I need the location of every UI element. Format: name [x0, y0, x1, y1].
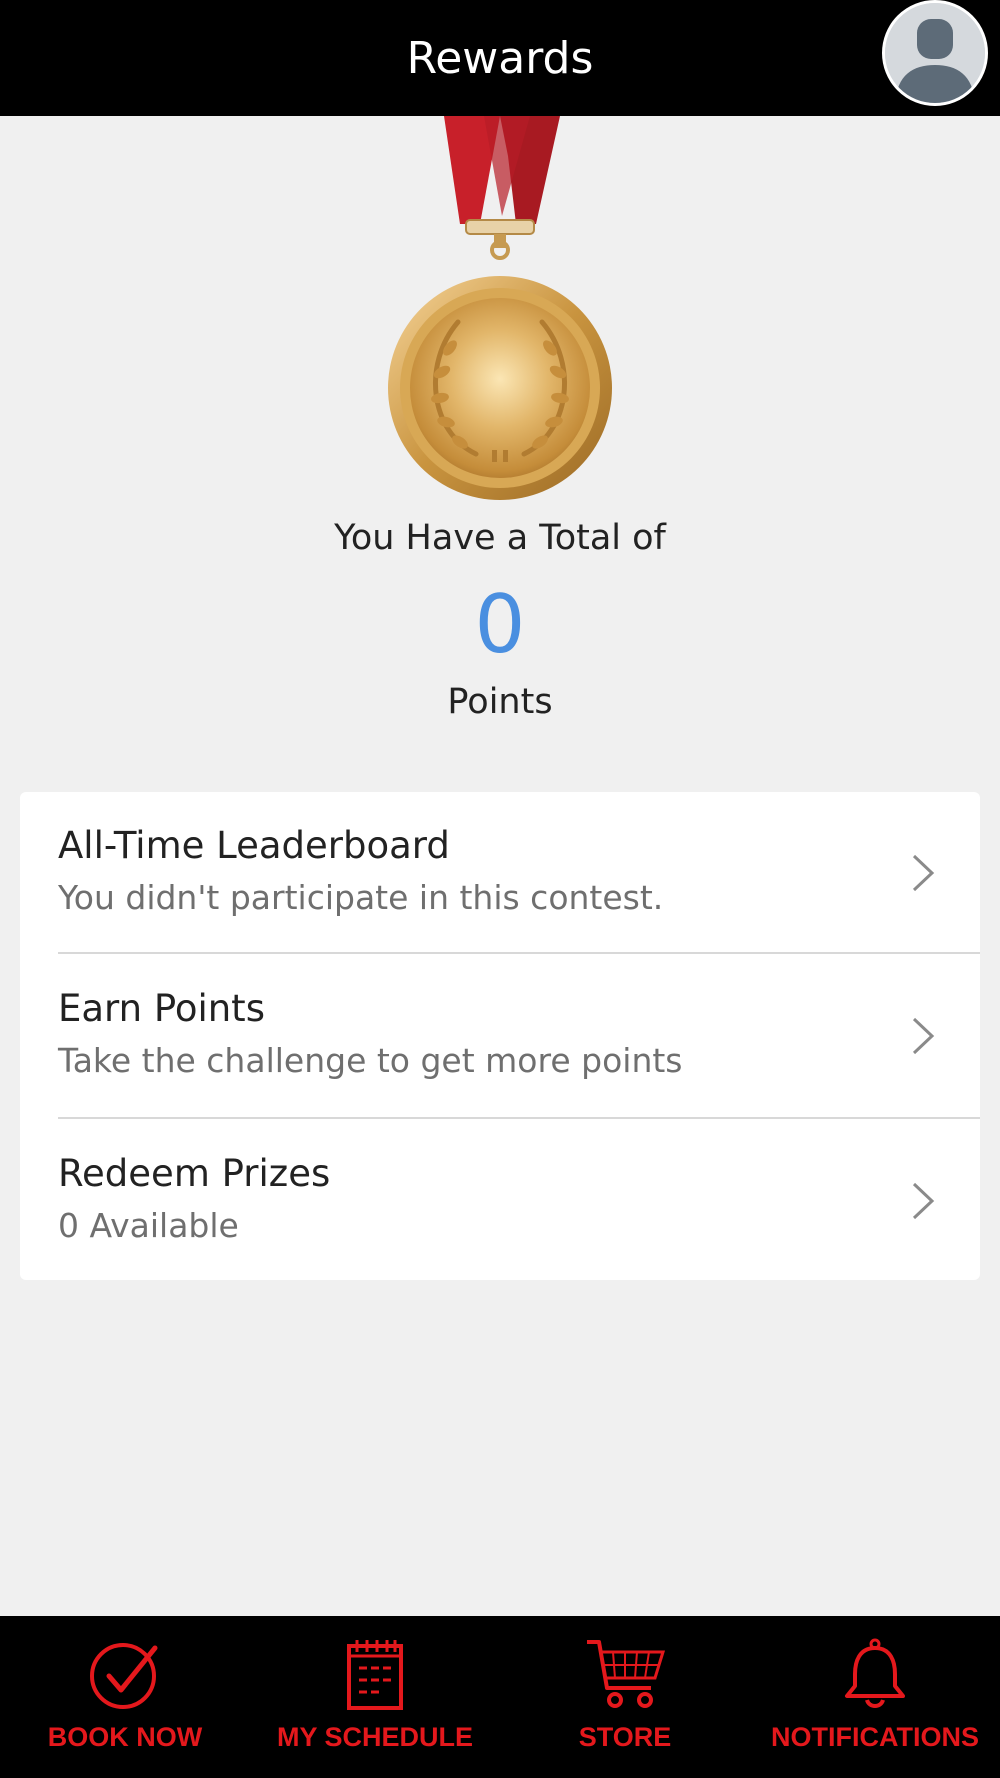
nav-my-schedule[interactable]: MY SCHEDULE — [270, 1616, 480, 1778]
top-bar: Rewards — [0, 0, 1000, 116]
row-subtitle: 0 Available — [58, 1206, 239, 1245]
chevron-right-icon — [912, 854, 935, 892]
chevron-right-icon — [912, 1182, 935, 1220]
nav-book-now[interactable]: BOOK NOW — [20, 1616, 230, 1778]
nav-label: NOTIFICATIONS — [771, 1722, 979, 1752]
bell-icon — [845, 1638, 905, 1708]
row-subtitle: Take the challenge to get more points — [58, 1041, 683, 1080]
nav-label: BOOK NOW — [47, 1722, 203, 1752]
row-title: All-Time Leaderboard — [58, 824, 450, 867]
divider — [58, 1117, 980, 1119]
rewards-menu-card: All-Time Leaderboard You didn't particip… — [20, 792, 980, 1280]
points-value: 0 — [474, 578, 526, 671]
total-label: You Have a Total of — [334, 518, 666, 558]
check-circle-icon — [90, 1643, 158, 1709]
row-subtitle: You didn't participate in this contest. — [58, 878, 664, 917]
nav-label: MY SCHEDULE — [276, 1722, 474, 1752]
user-avatar-icon[interactable] — [882, 0, 988, 106]
row-title: Redeem Prizes — [58, 1152, 331, 1195]
nav-store[interactable]: STORE — [545, 1616, 705, 1778]
chevron-right-icon — [912, 1017, 935, 1055]
points-label: Points — [447, 682, 553, 722]
page-title: Rewards — [406, 32, 594, 84]
leaderboard-row[interactable]: All-Time Leaderboard You didn't particip… — [20, 792, 980, 954]
divider — [58, 952, 980, 954]
row-title: Earn Points — [58, 987, 265, 1030]
gold-medal-icon — [380, 116, 620, 516]
rewards-screen: Rewards You Have a Total of 0 Points All… — [0, 0, 1000, 1778]
nav-notifications[interactable]: NOTIFICATIONS — [765, 1616, 985, 1778]
earn-points-row[interactable]: Earn Points Take the challenge to get mo… — [20, 955, 980, 1117]
redeem-prizes-row[interactable]: Redeem Prizes 0 Available — [20, 1120, 980, 1282]
nav-label: STORE — [578, 1722, 672, 1752]
bottom-nav: BOOK NOW MY SCHEDULE STORE NOTIFICATIONS — [0, 1616, 1000, 1778]
calendar-icon — [347, 1640, 403, 1710]
cart-icon — [587, 1640, 665, 1708]
